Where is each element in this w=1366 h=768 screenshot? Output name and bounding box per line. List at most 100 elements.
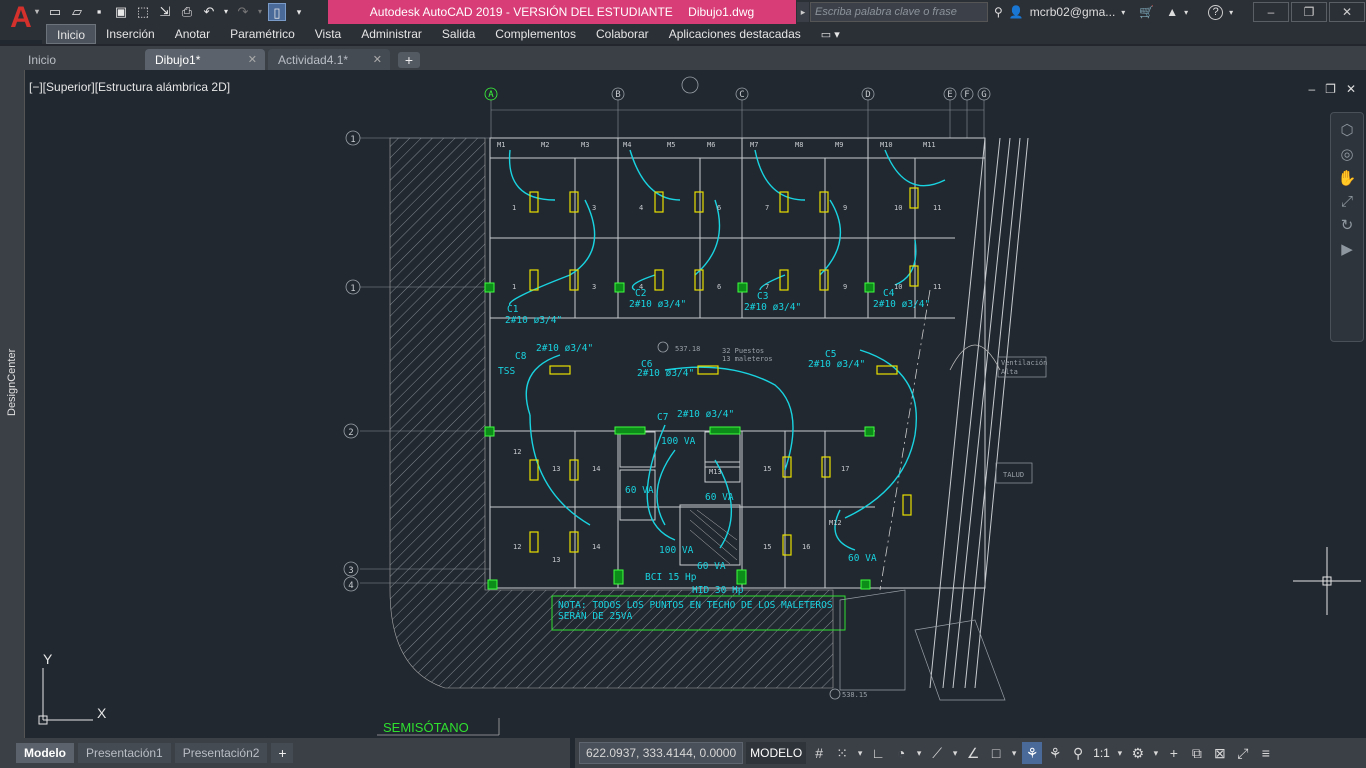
user-dropdown-icon[interactable]: ▾ <box>1121 8 1125 17</box>
designcenter-panel[interactable]: DesignCenter <box>0 70 25 738</box>
annotation-monitor-icon[interactable]: + <box>1164 742 1184 764</box>
ribbon-tab-parametrico[interactable]: Paramétrico <box>220 24 305 44</box>
coordinates-display[interactable]: 622.0937, 333.4144, 0.0000 <box>579 742 744 764</box>
cart-icon[interactable]: 🛒 <box>1139 5 1154 19</box>
viewcube-icon[interactable]: ⬡ <box>1340 121 1353 139</box>
save-as-icon[interactable]: ▣ <box>112 3 130 21</box>
ribbon-tab-complementos[interactable]: Complementos <box>485 24 586 44</box>
binoculars-icon[interactable]: ⚲ <box>994 5 1003 19</box>
annotation-scale-value[interactable]: 1:1 <box>1091 742 1112 764</box>
new-tab-button[interactable]: + <box>398 52 420 68</box>
close-tab-icon[interactable]: ✕ <box>248 49 257 71</box>
viewport-label[interactable]: [−][Superior][Estructura alámbrica 2D] <box>29 80 230 94</box>
minimize-icon[interactable]: – <box>1253 2 1289 22</box>
ortho-icon[interactable]: ∟ <box>868 742 888 764</box>
orbit-icon[interactable]: ↻ <box>1341 216 1354 234</box>
zoom-extents-icon[interactable]: ⤢ <box>1341 193 1353 210</box>
viewport-minimize-icon[interactable]: – <box>1308 82 1315 96</box>
file-tab-dibujo1[interactable]: Dibujo1* ✕ <box>145 49 265 71</box>
help-dropdown-icon[interactable]: ▾ <box>1229 8 1233 17</box>
a360-dropdown-icon[interactable]: ▾ <box>1184 8 1188 17</box>
snap-dropdown-icon[interactable]: ▾ <box>855 742 865 764</box>
redo-icon[interactable]: ↷ <box>234 3 252 21</box>
new-icon[interactable]: ▭ <box>46 3 64 21</box>
application-menu-button[interactable]: A ▾ <box>0 0 42 40</box>
plot-icon[interactable]: ⎙ <box>178 3 196 21</box>
grid-col-e: E <box>947 90 952 100</box>
object-snap-icon[interactable]: □ <box>986 742 1006 764</box>
undo-dropdown-icon[interactable]: ▾ <box>222 3 230 21</box>
polar-dropdown-icon[interactable]: ▾ <box>914 742 924 764</box>
layout-tab-presentacion1[interactable]: Presentación1 <box>78 743 171 763</box>
drawing-canvas[interactable]: A B C D E F G 1 1 2 3 4 M1 M2 M3 M4 M5 M… <box>25 70 1366 738</box>
object-snap-dropdown-icon[interactable]: ▾ <box>1009 742 1019 764</box>
file-tab-start[interactable]: Inicio <box>18 49 138 71</box>
workspace-icon[interactable]: ▯ <box>268 3 286 21</box>
object-snap-tracking-icon[interactable]: ∠ <box>963 742 983 764</box>
stall-label: 1 <box>512 204 516 212</box>
ribbon-tabs: Inicio Inserción Anotar Paramétrico Vist… <box>42 24 1366 44</box>
snap-icon[interactable]: ⁙ <box>832 742 852 764</box>
search-expand-icon[interactable]: ▸ <box>797 2 809 22</box>
close-icon[interactable]: ✕ <box>1329 2 1365 22</box>
restore-icon[interactable]: ❐ <box>1291 2 1327 22</box>
drawing-viewport[interactable]: A B C D E F G 1 1 2 3 4 M1 M2 M3 M4 M5 M… <box>25 70 1366 738</box>
web-mobile-icon[interactable]: ⇲ <box>156 3 174 21</box>
workspace-gear-icon[interactable]: ⚙ <box>1128 742 1148 764</box>
model-space-button[interactable]: MODELO <box>746 742 807 764</box>
user-name[interactable]: mcrb02@gma... <box>1030 5 1116 19</box>
ribbon-tab-administrar[interactable]: Administrar <box>351 24 432 44</box>
grid-icon[interactable]: # <box>809 742 829 764</box>
add-layout-button[interactable]: + <box>271 743 294 763</box>
layout-tab-modelo[interactable]: Modelo <box>16 743 74 763</box>
ribbon-tab-anotar[interactable]: Anotar <box>165 24 220 44</box>
user-icon[interactable]: 👤 <box>1009 5 1024 19</box>
save-icon[interactable]: ▪ <box>90 3 108 21</box>
locker-m13: M13 <box>709 468 722 476</box>
qat-customize-icon[interactable]: ▾ <box>290 3 308 21</box>
viewport-close-icon[interactable]: ✕ <box>1346 82 1356 96</box>
help-icon[interactable]: ? <box>1208 4 1224 20</box>
a360-icon[interactable]: ▲ <box>1166 5 1178 19</box>
publish-icon[interactable]: ⬚ <box>134 3 152 21</box>
ribbon-tab-insercion[interactable]: Inserción <box>96 24 165 44</box>
file-tab-actividad[interactable]: Actividad4.1* ✕ <box>268 49 390 71</box>
locker-m10: M10 <box>880 141 893 149</box>
stall-label: 10 <box>894 283 902 291</box>
isodraft-dropdown-icon[interactable]: ▾ <box>950 742 960 764</box>
ribbon-tab-aplicaciones[interactable]: Aplicaciones destacadas <box>659 24 811 44</box>
customization-icon[interactable]: ≡ <box>1256 742 1276 764</box>
annotation-scale-icon[interactable]: ⚲ <box>1068 742 1088 764</box>
ribbon-tab-colaborar[interactable]: Colaborar <box>586 24 659 44</box>
ribbon-tab-salida[interactable]: Salida <box>432 24 485 44</box>
polar-icon[interactable]: ◔ <box>891 742 911 764</box>
annotation-visibility-icon[interactable]: ⚘ <box>1022 742 1043 764</box>
ribbon-tab-inicio[interactable]: Inicio <box>46 24 97 44</box>
auto-scale-icon[interactable]: ⚘ <box>1045 742 1065 764</box>
scale-dropdown-icon[interactable]: ▾ <box>1115 742 1125 764</box>
showmotion-icon[interactable]: ▶ <box>1341 240 1353 258</box>
open-icon[interactable]: ▱ <box>68 3 86 21</box>
ribbon-tab-vista[interactable]: Vista <box>305 24 351 44</box>
workspace-dropdown-icon[interactable]: ▾ <box>1151 742 1161 764</box>
ribbon-minimize-icon[interactable]: ▭ ▾ <box>811 28 850 41</box>
tss-label: TSS <box>498 366 515 377</box>
stall-label: 7 <box>765 283 769 291</box>
redo-dropdown-icon[interactable]: ▾ <box>256 3 264 21</box>
stall-label: 14 <box>592 543 600 551</box>
search-input[interactable]: Escriba palabra clave o frase <box>810 2 988 22</box>
pan-icon[interactable]: ✋ <box>1338 169 1357 187</box>
layout-tab-presentacion2[interactable]: Presentación2 <box>174 743 268 763</box>
isodraft-icon[interactable]: ⟋ <box>927 742 947 764</box>
app-menu-dropdown-icon: ▾ <box>34 7 39 16</box>
stall-label: 16 <box>802 543 810 551</box>
steeringwheel-icon[interactable]: ◎ <box>1340 145 1353 163</box>
viewport-restore-icon[interactable]: ❐ <box>1325 82 1336 96</box>
close-tab-icon[interactable]: ✕ <box>373 49 382 71</box>
fullscreen-icon[interactable]: ⤢ <box>1233 742 1253 764</box>
load-label: 100 VA <box>659 545 694 556</box>
undo-icon[interactable]: ↶ <box>200 3 218 21</box>
units-icon[interactable]: ⧉ <box>1187 742 1207 764</box>
circuit-spec: 2#10 ø3/4" <box>677 409 734 420</box>
isolate-objects-icon[interactable]: ⊠ <box>1210 742 1230 764</box>
